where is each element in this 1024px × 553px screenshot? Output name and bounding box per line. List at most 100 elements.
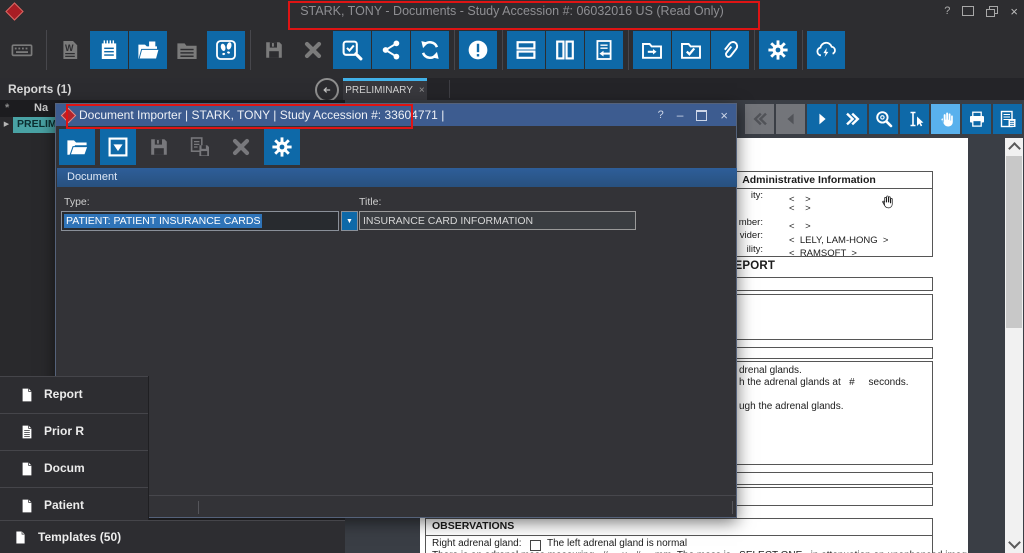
footprints-icon [214, 38, 238, 62]
last-page-button[interactable] [838, 104, 867, 134]
verify-report-button[interactable] [333, 31, 371, 69]
dialog-settings-button[interactable] [264, 129, 300, 165]
split-vertical-button[interactable] [546, 31, 584, 69]
first-page-icon [750, 109, 770, 129]
close-icon[interactable]: × [1010, 4, 1018, 19]
scrollbar-thumb[interactable] [1006, 156, 1022, 328]
sidebar-item-prior-reports[interactable]: Prior R [0, 413, 148, 450]
window-titlebar[interactable]: STARK, TONY - Documents - Study Accessio… [0, 0, 1024, 22]
next-page-icon [812, 109, 832, 129]
return-document-button[interactable] [585, 31, 623, 69]
name-column-header[interactable]: Na [34, 102, 48, 114]
dialog-close-icon[interactable]: × [720, 108, 728, 123]
refresh-button[interactable] [411, 31, 449, 69]
dialog-save-button[interactable] [141, 129, 177, 165]
settings-button[interactable] [759, 31, 797, 69]
footprints-audit-button[interactable] [207, 31, 245, 69]
exclamation-icon [466, 38, 490, 62]
sidebar-item-label: Prior R [44, 424, 84, 438]
document-importer-dialog[interactable]: Document Importer | STARK, TONY | Study … [55, 103, 737, 518]
print-button[interactable] [962, 104, 991, 134]
gear-icon [766, 38, 790, 62]
toolbar-separator [502, 30, 503, 70]
word-report-button[interactable] [51, 31, 89, 69]
save-copy-icon [188, 135, 212, 159]
tab-close-icon[interactable]: × [419, 85, 425, 96]
open-reports-folder-button[interactable] [129, 31, 167, 69]
toolbar-separator [802, 30, 803, 70]
delete-button[interactable] [223, 129, 259, 165]
dialog-statusbar [56, 495, 736, 520]
dialog-logo-icon [61, 108, 77, 124]
stat-alert-button[interactable] [459, 31, 497, 69]
sort-icon[interactable]: * [5, 102, 9, 114]
toolbar-separator [754, 30, 755, 70]
sidebar-item-reports[interactable]: Report [0, 376, 148, 413]
import-down-icon [106, 135, 130, 159]
document-section-header: Document [57, 168, 737, 187]
save-copy-button[interactable] [182, 129, 218, 165]
scroll-up-icon[interactable] [1008, 142, 1021, 155]
observation-checkbox-label: The left adrenal gland is normal [547, 538, 687, 549]
previous-page-button[interactable] [776, 104, 805, 134]
zoom-search-button[interactable] [869, 104, 898, 134]
dialog-help-icon[interactable]: ? [658, 109, 664, 121]
help-icon[interactable]: ? [944, 5, 950, 17]
toolbar-separator [628, 30, 629, 70]
dialog-titlebar[interactable]: Document Importer | STARK, TONY | Study … [56, 104, 736, 126]
report-layout-button[interactable] [993, 104, 1022, 134]
text-report-button[interactable] [90, 31, 128, 69]
share-button[interactable] [372, 31, 410, 69]
sidebar-item-templates[interactable]: Templates (50) [0, 520, 345, 553]
observation-row-label: Right adrenal gland: [432, 538, 522, 549]
text-select-button[interactable] [900, 104, 929, 134]
page-scrollbar[interactable] [1005, 138, 1023, 553]
scroll-down-icon[interactable] [1008, 536, 1021, 549]
dialog-maximize-icon[interactable] [696, 110, 707, 121]
approve-folder-button[interactable] [672, 31, 710, 69]
open-document-button[interactable] [59, 129, 95, 165]
text-cursor-icon [905, 109, 925, 129]
restore-icon[interactable] [986, 6, 998, 16]
document-title-input[interactable] [359, 211, 636, 230]
x-icon [229, 135, 253, 159]
folder-list-icon [175, 38, 199, 62]
document-type-value: PATIENT: PATIENT INSURANCE CARDS [64, 214, 262, 228]
cloud-upload-button[interactable] [807, 31, 845, 69]
type-label: Type: [64, 196, 90, 208]
combo-dropdown-button[interactable]: ▼ [341, 211, 358, 231]
page-icon [13, 529, 28, 546]
sidebar-item-documents[interactable]: Docum [0, 450, 148, 487]
report-text-line: ugh the adrenal glands. [739, 401, 844, 412]
tab-preliminary[interactable]: PRELIMINARY × [343, 78, 427, 100]
first-page-button[interactable] [745, 104, 774, 134]
export-folder-button[interactable] [633, 31, 671, 69]
next-page-button[interactable] [807, 104, 836, 134]
document-arrow-icon [592, 38, 616, 62]
title-label: Title: [359, 196, 381, 208]
sidebar-item-label: Templates (50) [38, 530, 121, 544]
sidebar-item-patient[interactable]: Patient [0, 487, 148, 524]
pan-hand-button[interactable] [931, 104, 960, 134]
tab-bar: Reports (1) PRELIMINARY × [0, 78, 1024, 100]
expander-icon[interactable]: ▶ [0, 117, 13, 133]
sidebar-accordion: Report Prior R Docum Patient [0, 376, 149, 524]
fullscreen-icon[interactable] [962, 6, 974, 16]
notepad-icon [97, 38, 121, 62]
dialog-minimize-icon[interactable]: – [677, 108, 684, 122]
split-horizontal-button[interactable] [507, 31, 545, 69]
save-button[interactable] [255, 31, 293, 69]
back-arrow-icon [320, 83, 334, 97]
paperclip-icon [718, 38, 742, 62]
import-scan-button[interactable] [100, 129, 136, 165]
document-type-combobox[interactable]: PATIENT: PATIENT INSURANCE CARDS [61, 211, 339, 231]
split-vertical-icon [553, 38, 577, 62]
printer-icon [967, 109, 987, 129]
prior-reports-folder-button[interactable] [168, 31, 206, 69]
attachment-button[interactable] [711, 31, 749, 69]
discard-button[interactable] [294, 31, 332, 69]
toolbar-separator [250, 30, 251, 70]
collapse-panel-button[interactable] [315, 78, 339, 102]
keyboard-button[interactable] [3, 31, 41, 69]
word-document-icon [58, 38, 82, 62]
